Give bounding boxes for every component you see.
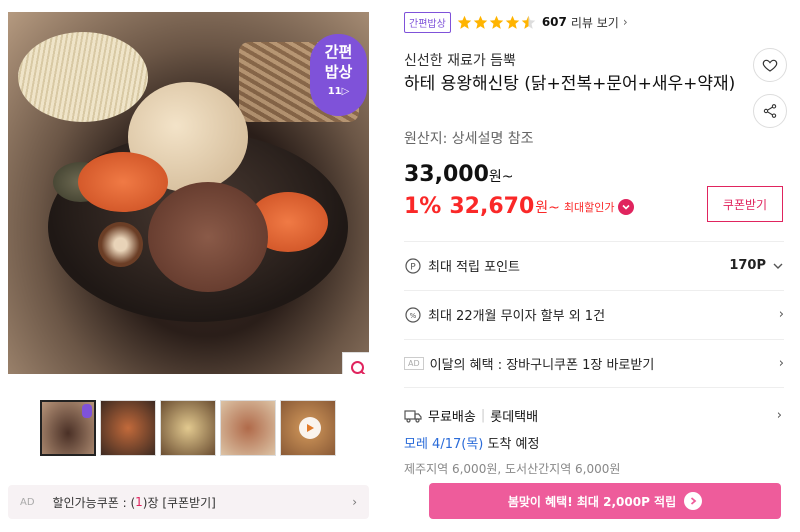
free-shipping: 무료배송 bbox=[428, 410, 476, 425]
shipping-method: 무료배송 | 롯데택배 bbox=[404, 406, 784, 425]
price-unit: 원~ bbox=[488, 169, 514, 185]
points-value: 170P bbox=[729, 258, 766, 273]
percent-icon: % bbox=[404, 306, 422, 324]
truck-icon bbox=[404, 409, 422, 423]
star-rating bbox=[457, 15, 536, 30]
chevron-down-icon[interactable] bbox=[617, 198, 634, 215]
product-main-image[interactable]: 간편 밥상 11▷ bbox=[8, 12, 369, 374]
best-price-label[interactable]: 최대할인가 bbox=[564, 199, 615, 215]
star-icon bbox=[489, 15, 504, 29]
shipping-info[interactable]: 무료배송 | 롯데택배 모레 4/17(목) 도착 예정 제주지역 6,000원… bbox=[404, 387, 784, 476]
chevron-down-icon bbox=[773, 263, 783, 269]
review-link[interactable]: 리뷰 보기 bbox=[571, 14, 619, 31]
chevron-right-icon: › bbox=[778, 356, 784, 371]
review-count[interactable]: 607 bbox=[542, 15, 567, 29]
chevron-right-icon: › bbox=[352, 495, 357, 509]
arrival-estimate: 모레 4/17(목) 도착 예정 bbox=[404, 433, 784, 452]
chevron-right-icon: › bbox=[778, 307, 784, 322]
chevron-right-icon: › bbox=[622, 15, 628, 29]
divider: | bbox=[480, 408, 486, 423]
monthly-benefit-text: 이달의 혜택 : 장바구니쿠폰 1장 바로받기 bbox=[429, 358, 655, 373]
mushroom-graphic bbox=[98, 222, 143, 267]
thumbnail[interactable] bbox=[220, 400, 276, 456]
coupon-prefix: 할인가능쿠폰 : ( bbox=[52, 495, 136, 510]
price-value: 33,000 bbox=[404, 162, 489, 187]
heart-icon bbox=[762, 59, 778, 72]
star-icon bbox=[457, 15, 472, 29]
noodles-graphic bbox=[18, 32, 148, 122]
product-subtitle: 신선한 재료가 듬뿍 bbox=[404, 53, 516, 69]
monthly-benefit-row[interactable]: AD 이달의 혜택 : 장바구니쿠폰 1장 바로받기 › bbox=[404, 339, 784, 387]
star-icon bbox=[505, 15, 520, 29]
octopus-graphic bbox=[148, 182, 268, 292]
points-icon: P bbox=[404, 257, 422, 275]
cta-label: 봄맞이 혜택! 최대 2,000P 적립 bbox=[507, 494, 677, 509]
thumbnail[interactable] bbox=[40, 400, 96, 456]
wishlist-button[interactable] bbox=[753, 48, 787, 82]
badge-line-1: 간편 bbox=[324, 43, 353, 61]
chevron-right-icon: › bbox=[776, 408, 782, 423]
easy-meal-badge: 간편 밥상 11▷ bbox=[310, 34, 367, 116]
play-icon bbox=[299, 417, 321, 439]
points-value-group: 170P bbox=[729, 258, 784, 273]
svg-text:%: % bbox=[410, 312, 417, 320]
star-icon bbox=[473, 15, 488, 29]
sale-price-value: 32,670 bbox=[449, 194, 535, 219]
ad-label: AD bbox=[20, 496, 35, 508]
shrimp-graphic bbox=[78, 152, 168, 212]
points-row[interactable]: P 최대 적립 포인트 170P bbox=[404, 241, 784, 289]
points-label: 최대 적립 포인트 bbox=[428, 260, 520, 275]
share-button[interactable] bbox=[753, 94, 787, 128]
thumbnail-video[interactable] bbox=[280, 400, 336, 456]
ad-label: AD bbox=[404, 357, 424, 370]
arrival-date: 모레 4/17(목) bbox=[404, 437, 484, 452]
discount-percent: 1% bbox=[404, 194, 442, 219]
star-half-icon bbox=[521, 15, 536, 29]
easy-meal-tag: 간편밥상 bbox=[404, 11, 451, 33]
coupon-download-button[interactable]: 쿠폰받기 bbox=[707, 186, 783, 222]
coupon-available-bar[interactable]: AD 할인가능쿠폰 : (1)장 [쿠폰받기] › bbox=[8, 485, 369, 519]
extra-shipping-fee: 제주지역 6,000원, 도서산간지역 6,000원 bbox=[404, 462, 621, 476]
badge-line-3: 11▷ bbox=[327, 86, 350, 97]
zoom-button[interactable] bbox=[342, 352, 369, 374]
installment-text: 최대 22개월 무이자 할부 외 1건 bbox=[428, 309, 606, 324]
spring-benefit-button[interactable]: 봄맞이 혜택! 최대 2,000P 적립 bbox=[429, 483, 781, 519]
thumbnail[interactable] bbox=[100, 400, 156, 456]
carrier-name: 롯데택배 bbox=[490, 410, 539, 425]
share-icon bbox=[763, 104, 777, 118]
thumbnail-strip bbox=[40, 400, 336, 456]
arrival-text: 도착 예정 bbox=[483, 437, 540, 452]
product-title: 하테 용왕해신탕 (닭+전복+문어+새우+약재) bbox=[404, 74, 736, 94]
product-origin: 원산지: 상세설명 참조 bbox=[404, 131, 534, 147]
magnifier-icon bbox=[351, 361, 366, 374]
installment-row[interactable]: % 최대 22개월 무이자 할부 외 1건 › bbox=[404, 290, 784, 338]
badge-line-2: 밥상 bbox=[324, 63, 353, 81]
svg-text:P: P bbox=[410, 262, 416, 272]
mini-badge bbox=[82, 404, 92, 418]
rating-row: 간편밥상 607 리뷰 보기 › bbox=[404, 11, 628, 33]
arrow-right-icon bbox=[684, 492, 703, 510]
original-price: 33,000원~ bbox=[404, 162, 514, 187]
thumbnail[interactable] bbox=[160, 400, 216, 456]
coupon-count: 1 bbox=[135, 495, 143, 509]
coupon-suffix: )장 [쿠폰받기] bbox=[142, 495, 216, 510]
sale-price: 1% 32,670 원~ 최대할인가 bbox=[404, 194, 634, 219]
sale-price-unit: 원~ bbox=[535, 199, 560, 216]
